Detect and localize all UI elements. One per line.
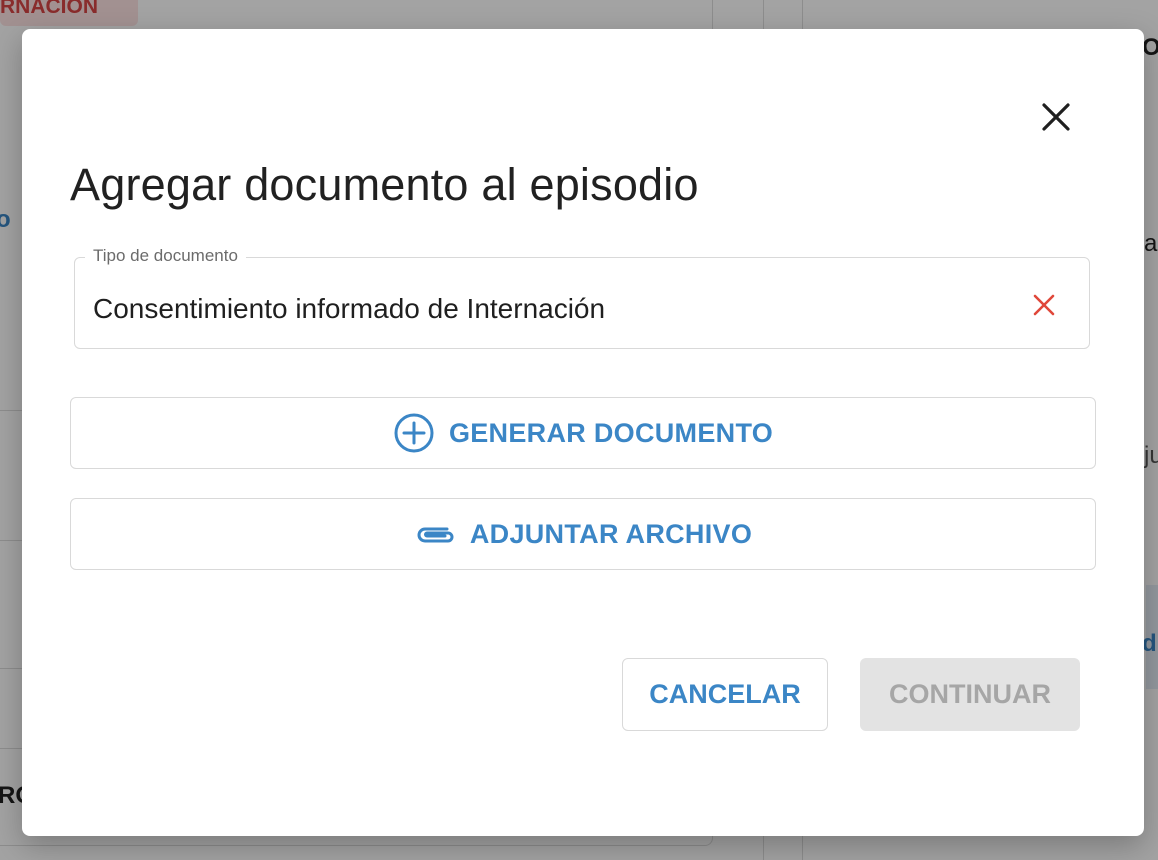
generate-document-label: GENERAR DOCUMENTO xyxy=(448,417,774,448)
document-type-field[interactable]: Tipo de documento xyxy=(74,246,1090,349)
attach-file-button[interactable]: ADJUNTAR ARCHIVO xyxy=(70,498,1096,570)
plus-circle-icon xyxy=(394,413,434,453)
paperclip-icon xyxy=(417,527,454,543)
document-type-input[interactable] xyxy=(91,292,995,326)
close-button[interactable] xyxy=(1036,97,1076,137)
clear-icon xyxy=(1033,294,1055,316)
continue-button[interactable]: CONTINUAR xyxy=(860,658,1080,731)
document-type-label: Tipo de documento xyxy=(85,246,246,266)
add-document-dialog: Agregar documento al episodio Tipo de do… xyxy=(22,29,1144,836)
clear-selection-button[interactable] xyxy=(1027,288,1061,322)
cancel-button[interactable]: CANCELAR xyxy=(622,658,828,731)
generate-document-button[interactable]: GENERAR DOCUMENTO xyxy=(70,397,1096,469)
dialog-title: Agregar documento al episodio xyxy=(70,159,699,210)
attach-file-label: ADJUNTAR ARCHIVO xyxy=(469,518,753,549)
close-icon xyxy=(1042,103,1070,131)
